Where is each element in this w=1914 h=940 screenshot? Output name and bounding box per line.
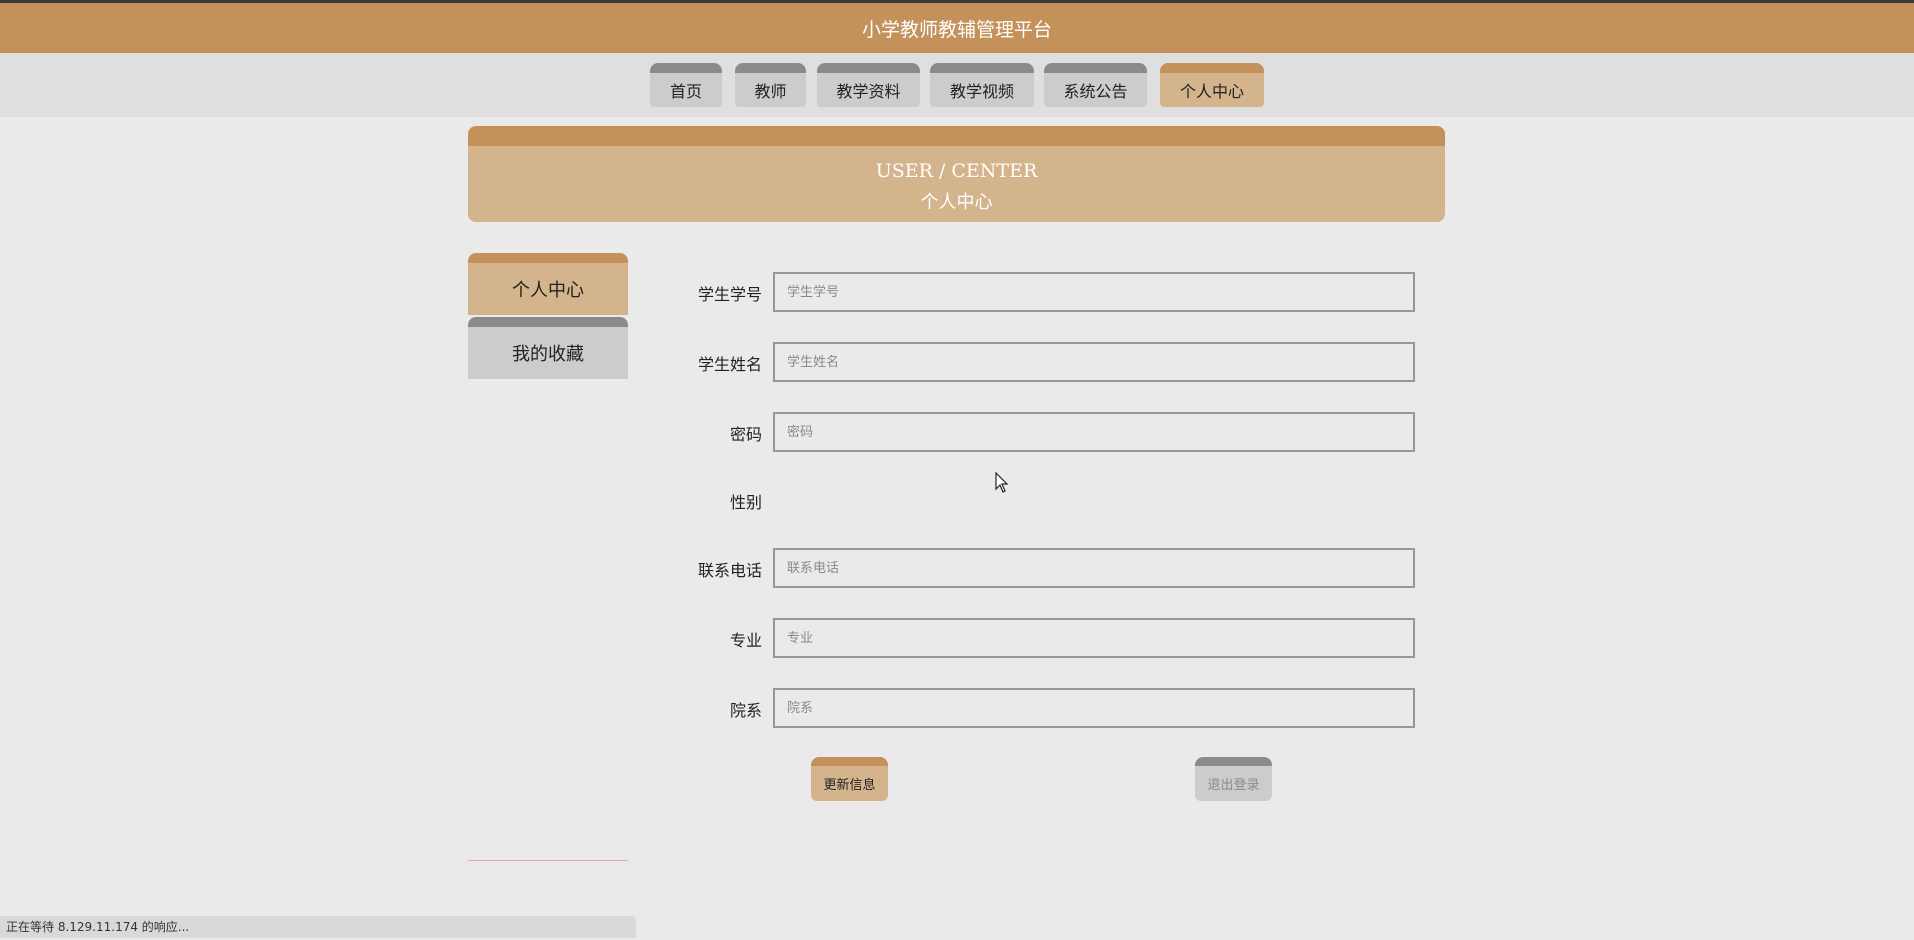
nav-teacher[interactable]: 教师 xyxy=(735,63,806,107)
sidebar-item-label: 我的收藏 xyxy=(512,344,584,365)
logout-label: 退出登录 xyxy=(1207,778,1260,793)
nav-system-notices[interactable]: 系统公告 xyxy=(1044,63,1147,107)
student-id-input[interactable] xyxy=(773,272,1415,312)
phone-label: 联系电话 xyxy=(697,561,762,580)
sidebar-item-label: 个人中心 xyxy=(512,280,584,301)
main-nav: 首页 教师 教学资料 教学视频 系统公告 个人中心 xyxy=(0,53,1914,117)
department-label: 院系 xyxy=(729,701,762,720)
site-header: 小学教师教辅管理平台 xyxy=(0,3,1914,53)
nav-teaching-videos-label: 教学视频 xyxy=(949,82,1014,101)
major-label: 专业 xyxy=(729,631,762,650)
sidebar-divider xyxy=(468,860,628,861)
department-input[interactable] xyxy=(773,688,1415,728)
update-info-button[interactable]: 更新信息 xyxy=(811,757,888,801)
nav-teaching-materials-label: 教学资料 xyxy=(836,82,901,101)
password-label: 密码 xyxy=(729,425,762,444)
nav-system-notices-label: 系统公告 xyxy=(1063,82,1128,101)
site-title: 小学教师教辅管理平台 xyxy=(861,18,1052,41)
nav-teacher-label: 教师 xyxy=(754,82,787,101)
password-input[interactable] xyxy=(773,412,1415,452)
nav-personal-center-label: 个人中心 xyxy=(1179,82,1244,101)
nav-home-label: 首页 xyxy=(669,82,702,101)
student-name-input[interactable] xyxy=(773,342,1415,382)
nav-teaching-videos[interactable]: 教学视频 xyxy=(930,63,1034,107)
sidebar-item-personal-center[interactable]: 个人中心 xyxy=(468,253,628,315)
student-name-label: 学生姓名 xyxy=(697,355,762,374)
student-id-label: 学生学号 xyxy=(697,285,762,304)
cursor-arrow-icon xyxy=(995,472,1009,493)
sidebar-item-favorites[interactable]: 我的收藏 xyxy=(468,317,628,379)
banner-title-zh: 个人中心 xyxy=(920,192,993,213)
nav-personal-center[interactable]: 个人中心 xyxy=(1160,63,1264,107)
nav-home[interactable]: 首页 xyxy=(650,63,722,107)
major-input[interactable] xyxy=(773,618,1415,658)
gender-label: 性别 xyxy=(729,493,762,512)
phone-input[interactable] xyxy=(773,548,1415,588)
status-bar: 正在等待 8.129.11.174 的响应... xyxy=(0,916,636,938)
status-text: 正在等待 8.129.11.174 的响应... xyxy=(6,920,190,934)
logout-button[interactable]: 退出登录 xyxy=(1195,757,1272,801)
banner-title-en: USER / CENTER xyxy=(875,160,1038,182)
nav-teaching-materials[interactable]: 教学资料 xyxy=(817,63,920,107)
update-info-label: 更新信息 xyxy=(823,778,876,793)
page-banner: USER / CENTER 个人中心 xyxy=(468,126,1445,222)
